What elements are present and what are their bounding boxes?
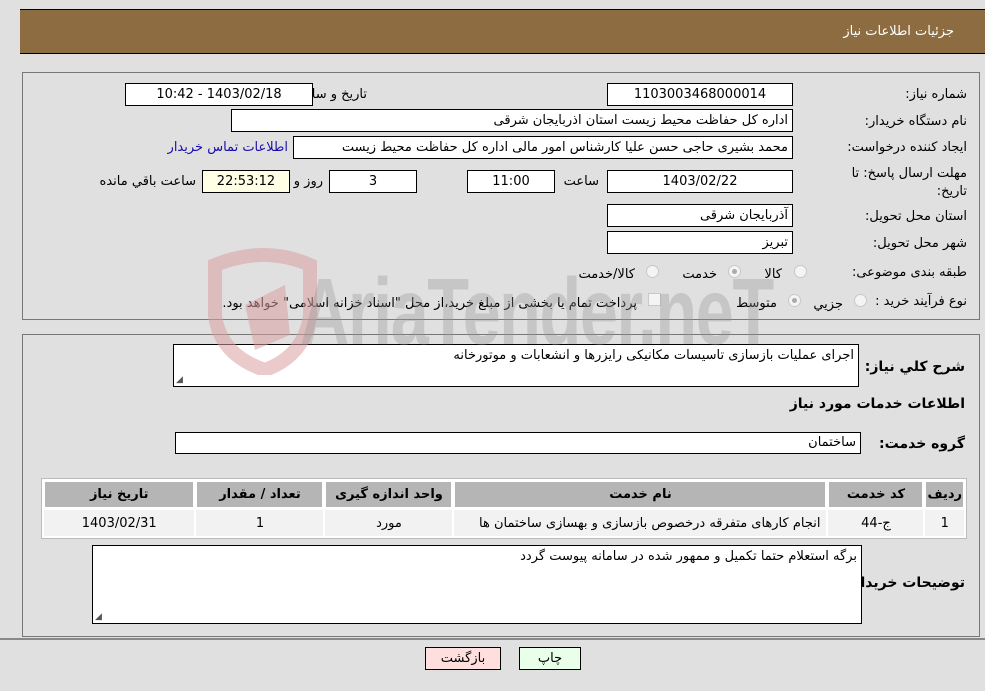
category-radio-goods-service[interactable] <box>646 265 659 278</box>
cell-unit: مورد <box>325 510 453 536</box>
services-table: رديف کد خدمت نام خدمت واحد اندازه گيری ت… <box>41 478 967 539</box>
process-option-minor: جزيي <box>813 297 843 312</box>
cell-need-date: 1403/02/31 <box>44 510 195 536</box>
category-label: طبقه بندی موضوعی: <box>851 265 967 280</box>
services-table-header: رديف کد خدمت نام خدمت واحد اندازه گيری ت… <box>44 481 964 508</box>
treasury-checkbox[interactable] <box>648 293 661 306</box>
service-group-label: گروه خدمت: <box>879 436 965 452</box>
treasury-checkbox-label: پرداخت تمام یا بخشی از مبلغ خرید،از محل … <box>222 296 637 311</box>
category-option-goods: کالا <box>764 267 782 282</box>
summary-text: اجرای عملیات بازسازی تاسیسات مکانیکی رای… <box>453 348 854 363</box>
deadline-date-field[interactable]: 1403/02/22 <box>607 170 793 193</box>
need-details-panel: شرح کلي نياز: اجرای عملیات بازسازی تاسیس… <box>22 334 980 637</box>
province-field[interactable]: آذربایجان شرقی <box>607 204 793 227</box>
deadline-time-field[interactable]: 11:00 <box>467 170 555 193</box>
remaining-time-field[interactable]: 22:53:12 <box>202 170 290 193</box>
col-service-code: کد خدمت <box>828 481 924 508</box>
resize-grip-icon[interactable]: ◢ <box>176 375 183 385</box>
footer-divider <box>0 638 985 640</box>
buyer-org-field[interactable]: اداره کل حفاظت محیط زیست استان اذربایجان… <box>231 109 793 132</box>
page-header: جزئیات اطلاعات نیاز <box>20 9 985 54</box>
city-field[interactable]: تبریز <box>607 231 793 254</box>
creator-label: ايجاد کننده درخواست: <box>847 140 967 155</box>
cell-service-name: انجام کارهای متفرقه درخصوص بازسازی و بهس… <box>454 510 827 536</box>
process-radio-medium[interactable] <box>788 294 801 307</box>
back-button[interactable]: بازگشت <box>425 647 501 670</box>
need-number-label: شماره نیاز: <box>905 87 967 102</box>
cell-service-code: ج-44 <box>828 510 924 536</box>
resize-grip-icon[interactable]: ◢ <box>95 612 102 622</box>
col-row-number: رديف <box>925 481 964 508</box>
summary-textarea[interactable]: اجرای عملیات بازسازی تاسیسات مکانیکی رای… <box>173 344 859 387</box>
buyer-org-label: نام دستگاه خريدار: <box>864 114 967 129</box>
process-type-label: نوع فرآیند خرید : <box>875 294 967 309</box>
deadline-label: مهلت ارسال پاسخ: تا تاریخ: <box>851 166 967 199</box>
category-option-goods-service: کالا/خدمت <box>578 267 635 282</box>
buyer-notes-label: توضيحات خريدار: <box>846 575 965 591</box>
services-heading: اطلاعات خدمات مورد نیاز <box>789 396 965 412</box>
deadline-time-label: ساعت <box>563 174 599 189</box>
cell-quantity: 1 <box>196 510 324 536</box>
service-group-field[interactable]: ساختمان <box>175 432 861 454</box>
col-need-date: تاريخ نياز <box>44 481 195 508</box>
process-radio-minor[interactable] <box>854 294 867 307</box>
need-number-field[interactable]: 1103003468000014 <box>607 83 793 106</box>
col-quantity: تعداد / مقدار <box>196 481 324 508</box>
creator-field[interactable]: محمد بشیری حاجی حسن علیا کارشناس امور ما… <box>293 136 793 159</box>
cell-row-number: 1 <box>925 510 964 536</box>
table-row: 1 ج-44 انجام کارهای متفرقه درخصوص بازساز… <box>44 510 964 536</box>
days-remaining-field[interactable]: 3 <box>329 170 417 193</box>
summary-label: شرح کلي نياز: <box>864 359 965 375</box>
remaining-time-label: ساعت باقي مانده <box>99 174 196 189</box>
process-option-medium: متوسط <box>736 296 777 311</box>
buyer-notes-textarea[interactable]: برگه استعلام حتما تکمیل و ممهور شده در س… <box>92 545 862 624</box>
col-service-name: نام خدمت <box>454 481 827 508</box>
buyer-contact-link[interactable]: اطلاعات تماس خريدار <box>168 140 288 155</box>
need-info-panel: شماره نیاز: 1103003468000014 تاريخ و ساع… <box>22 72 980 320</box>
col-unit: واحد اندازه گيری <box>325 481 453 508</box>
category-option-service: خدمت <box>682 267 717 282</box>
page-title: جزئیات اطلاعات نیاز <box>843 24 954 39</box>
announce-datetime-field[interactable]: 1403/02/18 - 10:42 <box>125 83 313 106</box>
buyer-notes-text: برگه استعلام حتما تکمیل و ممهور شده در س… <box>520 549 857 564</box>
category-radio-service[interactable] <box>728 265 741 278</box>
print-button[interactable]: چاپ <box>519 647 581 670</box>
category-radio-goods[interactable] <box>794 265 807 278</box>
city-label: شهر محل تحویل: <box>872 236 967 251</box>
days-label: روز و <box>293 174 323 189</box>
province-label: استان محل تحویل: <box>865 209 967 224</box>
